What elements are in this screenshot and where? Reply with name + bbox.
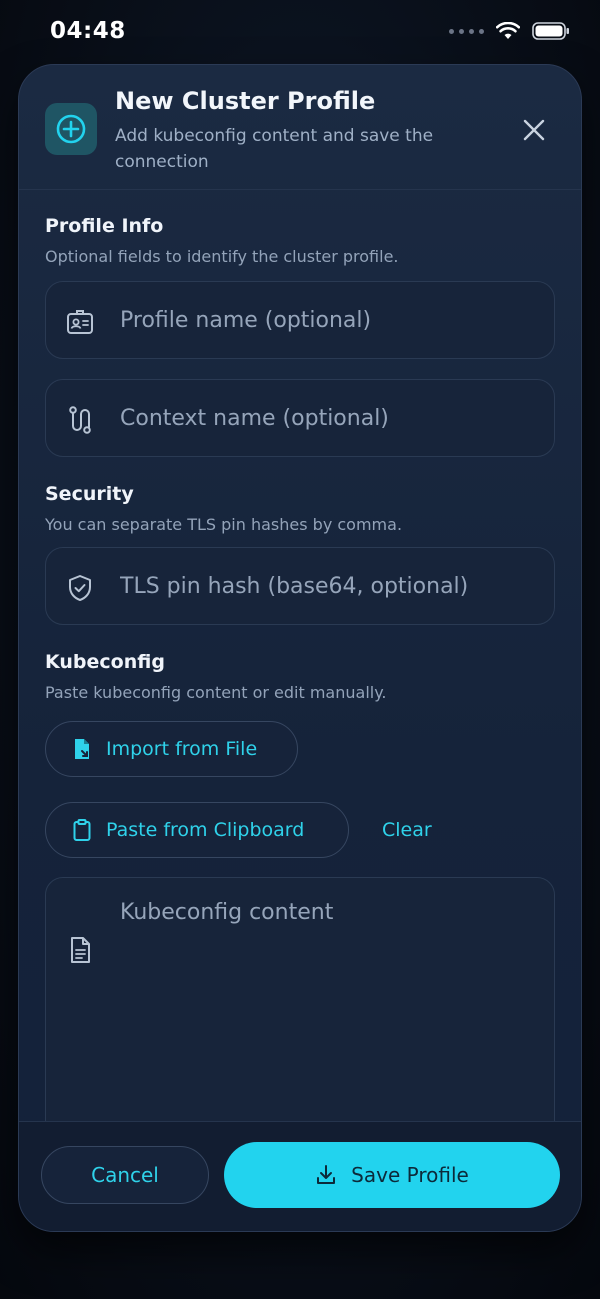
sheet-title: New Cluster Profile (115, 87, 376, 115)
save-profile-label: Save Profile (351, 1163, 469, 1187)
document-icon (64, 934, 96, 966)
route-icon (64, 404, 96, 436)
battery-icon (532, 22, 569, 40)
profile-name-field[interactable] (45, 281, 555, 359)
profile-name-input[interactable] (120, 282, 540, 358)
clipboard-icon (73, 819, 91, 841)
import-from-file-button[interactable]: Import from File (45, 721, 298, 777)
sheet-header: New Cluster Profile Add kubeconfig conte… (19, 65, 581, 190)
paste-from-clipboard-label: Paste from Clipboard (106, 819, 305, 841)
kubeconfig-description: Paste kubeconfig content or edit manuall… (45, 683, 387, 702)
profile-info-title: Profile Info (45, 215, 164, 237)
cancel-button[interactable]: Cancel (41, 1146, 209, 1204)
file-import-icon (75, 739, 89, 759)
id-card-icon (64, 306, 96, 338)
profile-info-description: Optional fields to identify the cluster … (45, 247, 399, 266)
status-time: 04:48 (50, 18, 126, 44)
tls-pin-field[interactable] (45, 547, 555, 625)
tls-pin-input[interactable] (120, 548, 540, 624)
clear-button[interactable]: Clear (382, 819, 432, 841)
close-button[interactable] (519, 115, 549, 145)
context-name-input[interactable] (120, 380, 540, 456)
kubeconfig-title: Kubeconfig (45, 651, 165, 673)
status-icons (449, 22, 570, 40)
security-title: Security (45, 483, 134, 505)
shield-check-icon (64, 572, 96, 604)
close-icon (523, 119, 545, 141)
kubeconfig-content-input[interactable] (120, 900, 540, 1140)
plus-circle-icon (45, 103, 97, 155)
sheet-footer: Cancel Save Profile (19, 1121, 581, 1231)
import-from-file-label: Import from File (106, 738, 258, 760)
wifi-icon (496, 22, 520, 39)
paste-from-clipboard-button[interactable]: Paste from Clipboard (45, 802, 349, 858)
sheet-subtitle: Add kubeconfig content and save the conn… (115, 126, 434, 172)
save-profile-button[interactable]: Save Profile (224, 1142, 560, 1208)
context-name-field[interactable] (45, 379, 555, 457)
security-description: You can separate TLS pin hashes by comma… (45, 515, 403, 534)
status-bar: 04:48 (0, 0, 600, 64)
cellular-signal-icon (449, 28, 484, 34)
download-icon (317, 1165, 336, 1184)
new-cluster-profile-sheet: New Cluster Profile Add kubeconfig conte… (18, 64, 582, 1232)
